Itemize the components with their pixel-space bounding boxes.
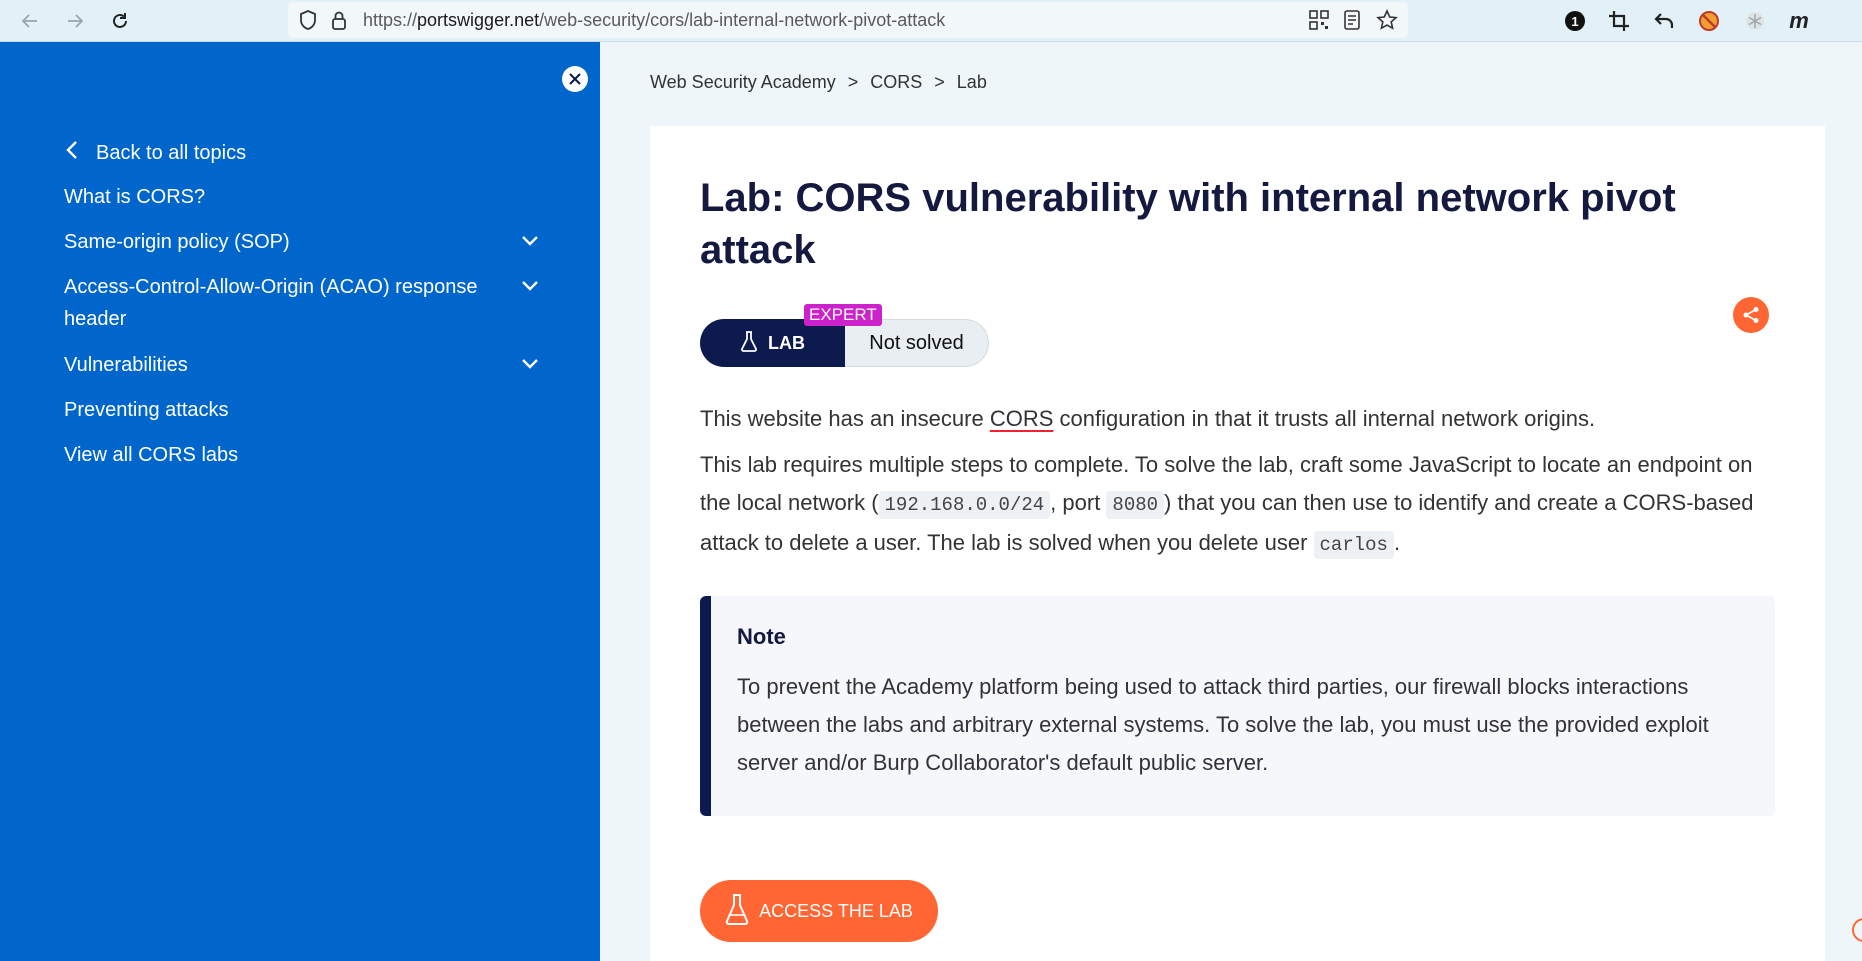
page-title: Lab: CORS vulnerability with internal ne… xyxy=(700,176,1676,272)
lab-badge: LAB xyxy=(700,319,845,367)
code-subnet: 192.168.0.0/24 xyxy=(878,491,1051,519)
sidebar xyxy=(0,42,600,961)
snowflake-icon[interactable] xyxy=(1742,8,1768,34)
forward-arrow-icon[interactable] xyxy=(61,7,89,35)
access-lab-button[interactable]: ACCESS THE LAB xyxy=(700,880,938,942)
qr-code-icon[interactable] xyxy=(1309,10,1329,35)
lab-label: LAB xyxy=(768,332,805,353)
chevron-left-icon xyxy=(66,140,78,166)
breadcrumb-link-cors[interactable]: CORS xyxy=(870,72,922,92)
breadcrumb: Web Security Academy > CORS > Lab xyxy=(650,72,987,93)
shield-icon[interactable] xyxy=(298,9,318,36)
back-to-topics-link[interactable]: Back to all topics xyxy=(66,140,246,166)
breadcrumb-link-academy[interactable]: Web Security Academy xyxy=(650,72,836,92)
sidebar-item-vulnerabilities[interactable]: Vulnerabilities xyxy=(64,349,504,381)
breadcrumb-separator: > xyxy=(847,72,859,92)
level-badge: EXPERT xyxy=(804,304,882,326)
breadcrumb-current: Lab xyxy=(956,72,987,92)
share-icon[interactable] xyxy=(1733,297,1769,333)
access-lab-label: ACCESS THE LAB xyxy=(759,900,913,921)
note-text: To prevent the Academy platform being us… xyxy=(737,674,1709,775)
address-bar[interactable]: https://portswigger.net/web-security/cor… xyxy=(288,2,1408,38)
reload-icon[interactable] xyxy=(106,7,134,35)
chevron-down-icon[interactable] xyxy=(520,276,540,296)
sidebar-item-preventing-attacks[interactable]: Preventing attacks xyxy=(64,394,504,426)
code-username: carlos xyxy=(1313,531,1394,559)
instructions-paragraph: This lab requires multiple steps to comp… xyxy=(700,446,1780,564)
sidebar-item-what-is-cors[interactable]: What is CORS? xyxy=(64,181,504,213)
chevron-down-icon[interactable] xyxy=(520,354,540,374)
m-extension-icon[interactable]: m xyxy=(1786,8,1812,34)
cors-link[interactable]: CORS xyxy=(990,406,1054,431)
url-text[interactable]: https://portswigger.net/web-security/cor… xyxy=(363,10,945,31)
blocker-icon[interactable] xyxy=(1696,8,1722,34)
sidebar-item-sop[interactable]: Same-origin policy (SOP) xyxy=(64,226,504,258)
description-paragraph: This website has an insecure CORS config… xyxy=(700,406,1596,431)
lock-icon[interactable] xyxy=(330,9,348,36)
crop-icon[interactable] xyxy=(1606,8,1632,34)
undo-arrow-icon[interactable] xyxy=(1651,8,1677,34)
note-title: Note xyxy=(737,624,786,649)
sidebar-item-view-all-labs[interactable]: View all CORS labs xyxy=(64,439,504,471)
back-label: Back to all topics xyxy=(96,141,247,164)
breadcrumb-separator: > xyxy=(934,72,945,92)
bookmark-star-icon[interactable] xyxy=(1376,9,1398,36)
back-arrow-icon[interactable] xyxy=(16,7,44,35)
extension-counter-icon[interactable]: 1 xyxy=(1562,8,1588,34)
chevron-down-icon[interactable] xyxy=(520,231,540,251)
close-icon[interactable] xyxy=(562,66,588,92)
status-badge: Not solved xyxy=(845,319,989,367)
flask-icon xyxy=(725,893,749,930)
code-port: 8080 xyxy=(1106,491,1165,519)
browser-toolbar: https://portswigger.net/web-security/cor… xyxy=(0,0,1862,42)
sidebar-item-acao[interactable]: Access-Control-Allow-Origin (ACAO) respo… xyxy=(64,271,504,335)
reader-view-icon[interactable] xyxy=(1343,10,1361,35)
flask-icon xyxy=(740,330,758,357)
